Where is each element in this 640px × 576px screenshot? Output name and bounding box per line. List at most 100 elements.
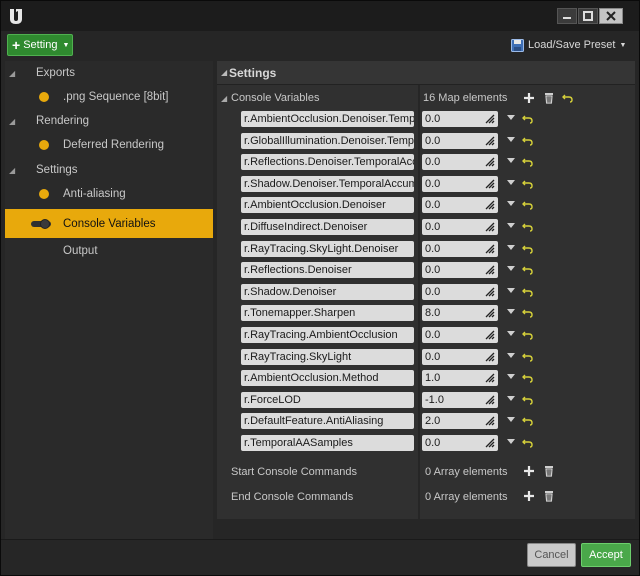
- cvar-value-field[interactable]: 0.0: [422, 111, 498, 127]
- cvar-key-field[interactable]: r.ForceLOD: [241, 391, 414, 408]
- reset-arrow-icon[interactable]: [522, 178, 534, 190]
- reset-arrow-icon[interactable]: [522, 135, 534, 147]
- chevron-down-icon[interactable]: [507, 115, 515, 121]
- tree-group-settings[interactable]: ◢ Settings: [5, 159, 213, 181]
- load-save-preset-button[interactable]: Load/Save Preset ▼: [511, 37, 626, 53]
- cvar-key-field[interactable]: r.RayTracing.SkyLight: [241, 348, 414, 365]
- cvar-key-field[interactable]: r.AmbientOcclusion.Denoiser.TemporalAccu…: [241, 111, 414, 127]
- add-setting-button[interactable]: + Setting ▼: [7, 34, 73, 56]
- cvar-key-field[interactable]: r.AmbientOcclusion.Denoiser: [241, 197, 414, 214]
- chevron-down-icon[interactable]: [507, 179, 515, 186]
- toggle-icon[interactable]: [31, 218, 51, 229]
- drag-handle-icon[interactable]: [485, 308, 495, 318]
- cvar-key-field[interactable]: r.Tonemapper.Sharpen: [241, 305, 414, 322]
- cvar-key-field[interactable]: r.Shadow.Denoiser: [241, 283, 414, 300]
- tree-item-console-variables[interactable]: Console Variables: [5, 209, 213, 238]
- cancel-button[interactable]: Cancel: [527, 543, 576, 567]
- cvar-value-field[interactable]: 0.0: [422, 219, 498, 235]
- reset-arrow-icon[interactable]: [522, 372, 534, 384]
- maximize-button[interactable]: [578, 8, 598, 24]
- chevron-down-icon[interactable]: [507, 331, 515, 337]
- drag-handle-icon[interactable]: [485, 179, 495, 189]
- drag-handle-icon[interactable]: [485, 136, 495, 146]
- cvar-value-field[interactable]: 0.0: [422, 262, 498, 279]
- chevron-down-icon[interactable]: [507, 244, 515, 251]
- chevron-down-icon[interactable]: [507, 374, 515, 380]
- collapse-arrow-icon[interactable]: ◢: [9, 69, 15, 78]
- minimize-button[interactable]: [557, 8, 577, 24]
- drag-handle-icon[interactable]: [485, 265, 495, 275]
- clear-elements-button[interactable]: [543, 490, 555, 502]
- cvar-value-field[interactable]: 8.0: [422, 305, 498, 322]
- cvar-key-field[interactable]: r.Reflections.Denoiser: [241, 262, 414, 279]
- drag-handle-icon[interactable]: [485, 373, 495, 383]
- chevron-down-icon[interactable]: [507, 223, 515, 229]
- tree-item-png-sequence[interactable]: .png Sequence [8bit]: [5, 86, 213, 108]
- accept-button[interactable]: Accept: [581, 543, 631, 567]
- cvar-value-field[interactable]: 1.0: [422, 370, 498, 387]
- chevron-down-icon[interactable]: [507, 266, 515, 272]
- add-element-button[interactable]: [523, 465, 535, 477]
- tree-item-output[interactable]: Output: [5, 240, 213, 262]
- cvar-value-field[interactable]: 0.0: [422, 132, 498, 149]
- title-bar[interactable]: [1, 1, 639, 31]
- drag-handle-icon[interactable]: [485, 330, 495, 340]
- chevron-down-icon[interactable]: [507, 395, 515, 402]
- chevron-down-icon[interactable]: [507, 352, 515, 359]
- drag-handle-icon[interactable]: [485, 200, 495, 210]
- add-element-button[interactable]: [523, 490, 535, 502]
- tree-item-anti-aliasing[interactable]: Anti-aliasing: [5, 183, 213, 205]
- add-element-button[interactable]: [523, 92, 535, 104]
- cvar-key-field[interactable]: r.Shadow.Denoiser.TemporalAccumulation: [241, 175, 414, 192]
- chevron-down-icon[interactable]: [507, 417, 515, 423]
- tree-group-rendering[interactable]: ◢ Rendering: [5, 110, 213, 132]
- chevron-down-icon[interactable]: [507, 439, 515, 445]
- clear-elements-button[interactable]: [543, 465, 555, 477]
- cvar-key-field[interactable]: r.AmbientOcclusion.Method: [241, 370, 414, 387]
- cvar-key-field[interactable]: r.RayTracing.AmbientOcclusion: [241, 327, 414, 343]
- cvar-value-field[interactable]: 2.0: [422, 413, 498, 430]
- enabled-dot-icon[interactable]: [39, 189, 49, 199]
- cvar-value-field[interactable]: -1.0: [422, 391, 498, 408]
- settings-section-header[interactable]: ◢ Settings: [217, 61, 635, 85]
- cvar-value-field[interactable]: 0.0: [422, 175, 498, 192]
- reset-arrow-icon[interactable]: [522, 156, 534, 168]
- cvar-key-field[interactable]: r.TemporalAASamples: [241, 435, 414, 451]
- tree-group-exports[interactable]: ◢ Exports: [5, 62, 213, 84]
- drag-handle-icon[interactable]: [485, 395, 495, 405]
- cvar-value-field[interactable]: 0.0: [422, 283, 498, 300]
- chevron-down-icon[interactable]: [507, 136, 515, 143]
- cvar-value-field[interactable]: 0.0: [422, 154, 498, 171]
- reset-arrow-icon[interactable]: [522, 243, 534, 255]
- collapse-arrow-icon[interactable]: ◢: [9, 166, 15, 175]
- drag-handle-icon[interactable]: [485, 114, 495, 124]
- reset-arrow-icon[interactable]: [522, 351, 534, 363]
- reset-arrow-icon[interactable]: [522, 286, 534, 298]
- enabled-dot-icon[interactable]: [39, 92, 49, 102]
- reset-arrow-icon[interactable]: [522, 221, 534, 233]
- cvar-value-field[interactable]: 0.0: [422, 435, 498, 451]
- cvar-value-field[interactable]: 0.0: [422, 348, 498, 365]
- reset-arrow-icon[interactable]: [522, 264, 534, 276]
- collapse-arrow-icon[interactable]: ◢: [9, 117, 15, 126]
- enabled-dot-icon[interactable]: [39, 140, 49, 150]
- cvar-key-field[interactable]: r.Reflections.Denoiser.TemporalAccumulat…: [241, 154, 414, 171]
- reset-arrow-icon[interactable]: [522, 437, 534, 449]
- chevron-down-icon[interactable]: [507, 287, 515, 294]
- cvar-value-field[interactable]: 0.0: [422, 197, 498, 214]
- cvar-value-field[interactable]: 0.0: [422, 240, 498, 257]
- reset-arrow-icon[interactable]: [522, 415, 534, 427]
- drag-handle-icon[interactable]: [485, 287, 495, 297]
- reset-arrow-icon[interactable]: [522, 199, 534, 211]
- drag-handle-icon[interactable]: [485, 222, 495, 232]
- collapse-arrow-icon[interactable]: ◢: [221, 94, 227, 103]
- reset-arrow-icon[interactable]: [522, 307, 534, 319]
- chevron-down-icon[interactable]: [507, 309, 515, 315]
- clear-elements-button[interactable]: [543, 92, 555, 104]
- drag-handle-icon[interactable]: [485, 416, 495, 426]
- drag-handle-icon[interactable]: [485, 352, 495, 362]
- close-button[interactable]: [599, 8, 623, 24]
- cvar-key-field[interactable]: r.DefaultFeature.AntiAliasing: [241, 413, 414, 430]
- cvar-key-field[interactable]: r.DiffuseIndirect.Denoiser: [241, 219, 414, 235]
- reset-arrow-icon[interactable]: [522, 113, 534, 125]
